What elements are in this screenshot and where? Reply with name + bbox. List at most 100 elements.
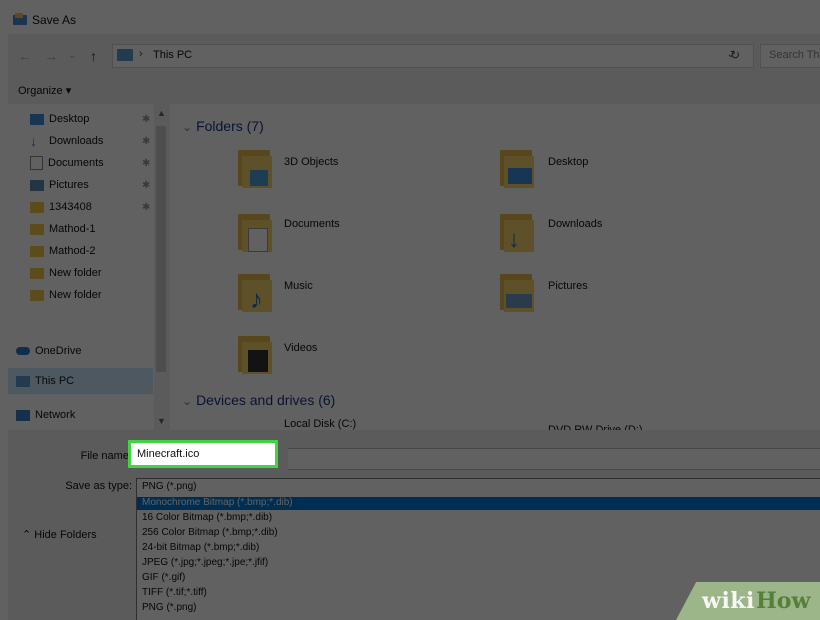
search-input[interactable]: Search This PC bbox=[760, 44, 820, 68]
sidebar-item-downloads[interactable]: ↓ Downloads ✱ bbox=[30, 132, 150, 150]
folder-label[interactable]: Videos bbox=[284, 342, 317, 354]
sidebar-item-label: Network bbox=[35, 409, 76, 421]
sidebar-item-label: Mathod-1 bbox=[49, 223, 96, 235]
desktop-folder-icon[interactable] bbox=[498, 148, 538, 192]
file-name-input[interactable]: Minecraft.ico bbox=[128, 440, 278, 468]
back-arrow-icon[interactable]: ← bbox=[18, 48, 32, 64]
window-title: Save As bbox=[32, 13, 77, 27]
folder-label[interactable]: 3D Objects bbox=[284, 156, 338, 168]
dropdown-option[interactable]: 24-bit Bitmap (*.bmp;*.dib) bbox=[137, 542, 820, 555]
breadcrumb-separator: › bbox=[139, 48, 143, 60]
refresh-icon[interactable]: ↻ bbox=[730, 48, 740, 62]
sidebar-item-mathod-2[interactable]: Mathod-2 bbox=[30, 242, 95, 260]
network-icon bbox=[16, 409, 30, 421]
cloud-icon bbox=[16, 347, 30, 355]
scroll-down-icon[interactable]: ▼ bbox=[157, 416, 166, 426]
sidebar-item-new-folder[interactable]: New folder bbox=[30, 264, 102, 282]
folder-icon bbox=[30, 223, 44, 235]
sidebar-item-desktop[interactable]: Desktop ✱ bbox=[30, 110, 150, 128]
file-name-value: Minecraft.ico bbox=[137, 448, 200, 460]
breadcrumb[interactable]: This PC bbox=[153, 49, 192, 61]
folder-icon bbox=[30, 245, 44, 257]
music-folder-icon[interactable]: ♪ bbox=[236, 272, 276, 316]
scrollbar-thumb[interactable] bbox=[156, 126, 166, 372]
save-as-icon bbox=[13, 13, 27, 25]
file-name-field[interactable] bbox=[288, 448, 820, 470]
pin-icon: ✱ bbox=[142, 179, 151, 191]
downloads-folder-icon[interactable]: ↓ bbox=[498, 212, 538, 256]
folder-icon bbox=[30, 267, 44, 279]
drive-label[interactable]: Local Disk (C:) bbox=[284, 418, 356, 430]
sidebar-item-label: New folder bbox=[49, 289, 102, 301]
folders-group-header[interactable]: ⌄ Folders (7) bbox=[182, 118, 264, 134]
documents-folder-icon[interactable] bbox=[236, 212, 276, 256]
sidebar-item-label: Desktop bbox=[49, 113, 90, 125]
folder-icon bbox=[30, 201, 44, 213]
folder-label[interactable]: Downloads bbox=[548, 218, 602, 230]
hide-folders-button[interactable]: ⌃ Hide Folders bbox=[22, 528, 97, 541]
pictures-folder-icon[interactable] bbox=[498, 272, 538, 316]
3d-objects-icon[interactable] bbox=[236, 148, 276, 192]
chevron-down-icon: ⌄ bbox=[182, 120, 193, 134]
sidebar-item-pictures[interactable]: Pictures ✱ bbox=[30, 176, 150, 194]
this-pc-icon bbox=[117, 49, 133, 61]
sidebar-item-label: 1343408 bbox=[49, 201, 92, 213]
computer-icon bbox=[16, 375, 30, 387]
save-as-dialog: Save As ← → ⌄ ↑ › This PC ⌄ ↻ Search Thi… bbox=[8, 4, 820, 620]
chevron-down-icon[interactable]: ⌄ bbox=[68, 50, 76, 61]
dropdown-option[interactable]: 16 Color Bitmap (*.bmp;*.dib) bbox=[137, 512, 820, 525]
sidebar-item-this-pc[interactable]: This PC bbox=[16, 372, 74, 390]
organize-button[interactable]: Organize ▾ bbox=[18, 84, 71, 97]
pin-icon: ✱ bbox=[142, 201, 151, 213]
save-as-type-label: Save as type: bbox=[65, 480, 132, 492]
navigation-pane: Desktop ✱ ↓ Downloads ✱ Documents ✱ Pict… bbox=[8, 104, 168, 430]
pin-icon: ✱ bbox=[142, 135, 151, 147]
sidebar-item-documents[interactable]: Documents ✱ bbox=[30, 154, 150, 172]
folder-icon bbox=[30, 289, 44, 301]
pin-icon: ✱ bbox=[142, 113, 151, 125]
selected-type: PNG (*.png) bbox=[142, 481, 197, 492]
sidebar-item-1343408[interactable]: 1343408 ✱ bbox=[30, 198, 150, 216]
watermark-text-wiki: wiki bbox=[702, 588, 755, 614]
save-as-type-select[interactable]: PNG (*.png) bbox=[136, 478, 820, 498]
desktop-icon bbox=[30, 113, 44, 125]
sidebar-item-label: Documents bbox=[48, 157, 104, 169]
sidebar-item-new-folder[interactable]: New folder bbox=[30, 286, 102, 304]
folder-label[interactable]: Pictures bbox=[548, 280, 588, 292]
dropdown-option[interactable]: JPEG (*.jpg;*.jpeg;*.jpe;*.jfif) bbox=[137, 557, 820, 570]
devices-group-header[interactable]: ⌄ Devices and drives (6) bbox=[182, 392, 335, 408]
chevron-up-icon: ⌃ bbox=[22, 529, 32, 541]
download-icon: ↓ bbox=[30, 132, 37, 149]
file-list: ⌄ Folders (7) 3D Objects Desktop Document… bbox=[170, 104, 820, 436]
pin-icon: ✱ bbox=[142, 157, 151, 169]
hide-folders-label: Hide Folders bbox=[34, 529, 97, 541]
folder-label[interactable]: Desktop bbox=[548, 156, 588, 168]
sidebar-item-label: This PC bbox=[35, 375, 75, 387]
document-icon bbox=[30, 156, 43, 170]
sidebar-item-label: New folder bbox=[49, 267, 102, 279]
sidebar-item-label: OneDrive bbox=[35, 345, 82, 357]
sidebar-item-onedrive[interactable]: OneDrive bbox=[16, 342, 81, 360]
watermark-text-how: How bbox=[756, 588, 811, 614]
up-arrow-icon[interactable]: ↑ bbox=[90, 48, 97, 64]
folder-label[interactable]: Documents bbox=[284, 218, 340, 230]
wikihow-watermark: wiki How bbox=[676, 582, 820, 620]
forward-arrow-icon[interactable]: → bbox=[44, 48, 58, 64]
sidebar-scrollbar[interactable]: ▲ ▼ bbox=[154, 104, 168, 430]
sidebar-item-label: Pictures bbox=[49, 179, 89, 191]
group-title: Folders (7) bbox=[196, 118, 264, 134]
sidebar-item-network[interactable]: Network bbox=[16, 406, 75, 424]
title-bar: Save As bbox=[8, 4, 820, 34]
sidebar-item-mathod-1[interactable]: Mathod-1 bbox=[30, 220, 95, 238]
search-placeholder: Search This PC bbox=[769, 49, 820, 61]
group-title: Devices and drives (6) bbox=[196, 392, 336, 408]
scroll-up-icon[interactable]: ▲ bbox=[157, 108, 166, 118]
sidebar-item-label: Downloads bbox=[49, 135, 104, 147]
folder-label[interactable]: Music bbox=[284, 280, 313, 292]
videos-folder-icon[interactable] bbox=[236, 334, 276, 378]
dropdown-option[interactable]: Monochrome Bitmap (*.bmp;*.dib) bbox=[137, 497, 820, 510]
pictures-icon bbox=[30, 179, 44, 191]
sidebar-item-label: Mathod-2 bbox=[49, 245, 96, 257]
dropdown-option[interactable]: 256 Color Bitmap (*.bmp;*.dib) bbox=[137, 527, 820, 540]
address-bar[interactable]: › This PC ⌄ bbox=[112, 44, 754, 68]
